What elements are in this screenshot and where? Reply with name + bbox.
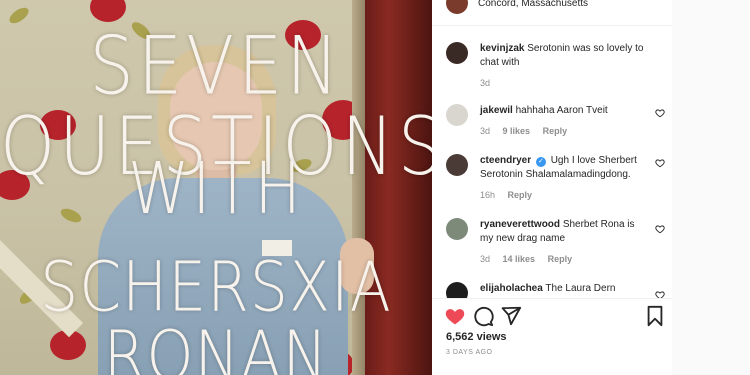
comment-username[interactable]: cteendryer: [480, 155, 531, 166]
heart-outline-icon[interactable]: [655, 158, 665, 168]
reply-button[interactable]: Reply: [548, 254, 573, 264]
comment-body: hahhaha Aaron Tveit: [515, 105, 608, 116]
comment-username[interactable]: elijaholachea: [480, 283, 543, 294]
comment-meta: 16h Reply: [480, 190, 542, 200]
poster-avatar[interactable]: [446, 0, 468, 14]
comment-text: jakewil hahhaha Aaron Tveit: [480, 104, 655, 118]
avatar[interactable]: [446, 154, 468, 176]
reply-button[interactable]: Reply: [543, 126, 568, 136]
comment-likes[interactable]: 14 likes: [503, 254, 536, 264]
comment-text: elijaholachea The Laura Dern: [480, 282, 655, 296]
post-header: Concord, Massachusetts: [432, 0, 672, 26]
comment-username[interactable]: ryaneverettwood: [480, 219, 560, 230]
verified-badge-icon: ✓: [535, 157, 546, 167]
comment-list[interactable]: kevinjzak Serotonin was so lovely to cha…: [432, 36, 672, 298]
comment-username[interactable]: jakewil: [480, 105, 513, 116]
overlay-title-line-2: WITH: [127, 146, 305, 231]
post-actions: 6,562 views 3 DAYS AGO: [432, 298, 672, 375]
comment-time[interactable]: 3d: [480, 254, 490, 264]
comment-username[interactable]: kevinjzak: [480, 43, 524, 54]
comment-text: ryaneverettwood Sherbet Rona is my new d…: [480, 218, 645, 246]
comment-likes[interactable]: 9 likes: [503, 126, 531, 136]
comment-meta: 3d: [480, 78, 500, 88]
avatar[interactable]: [446, 104, 468, 126]
comment-time[interactable]: 3d: [480, 78, 490, 88]
page-background: [672, 0, 750, 375]
avatar[interactable]: [446, 282, 468, 298]
avatar[interactable]: [446, 218, 468, 240]
overlay-title-line-3: SCHERSXIA RONAN: [40, 247, 392, 375]
heart-outline-icon[interactable]: [655, 108, 665, 118]
share-icon[interactable]: [500, 305, 522, 327]
comment-meta: 3d 9 likes Reply: [480, 126, 577, 136]
view-count[interactable]: 6,562 views: [446, 331, 507, 343]
avatar[interactable]: [446, 42, 468, 64]
comment-time[interactable]: 16h: [480, 190, 495, 200]
heart-outline-icon[interactable]: [655, 290, 665, 298]
post-media[interactable]: SEVEN QUESTIONS WITH SCHERSXIA RONAN: [0, 0, 432, 375]
comment-text: kevinjzak Serotonin was so lovely to cha…: [480, 42, 655, 70]
post-timestamp[interactable]: 3 DAYS AGO: [446, 349, 493, 356]
comment-time[interactable]: 3d: [480, 126, 490, 136]
reply-button[interactable]: Reply: [508, 190, 533, 200]
comment-meta: 3d 14 likes Reply: [480, 254, 582, 264]
comment-text: cteendryer ✓ Ugh I love Sherbert Seroton…: [480, 154, 655, 182]
post-location[interactable]: Concord, Massachusetts: [478, 0, 588, 9]
heart-outline-icon[interactable]: [655, 224, 665, 234]
comment-body: The Laura Dern: [545, 283, 616, 294]
heart-icon[interactable]: [444, 305, 466, 327]
bookmark-icon[interactable]: [644, 305, 666, 327]
wallpaper-pattern: [6, 4, 32, 27]
comment-icon[interactable]: [472, 305, 494, 327]
